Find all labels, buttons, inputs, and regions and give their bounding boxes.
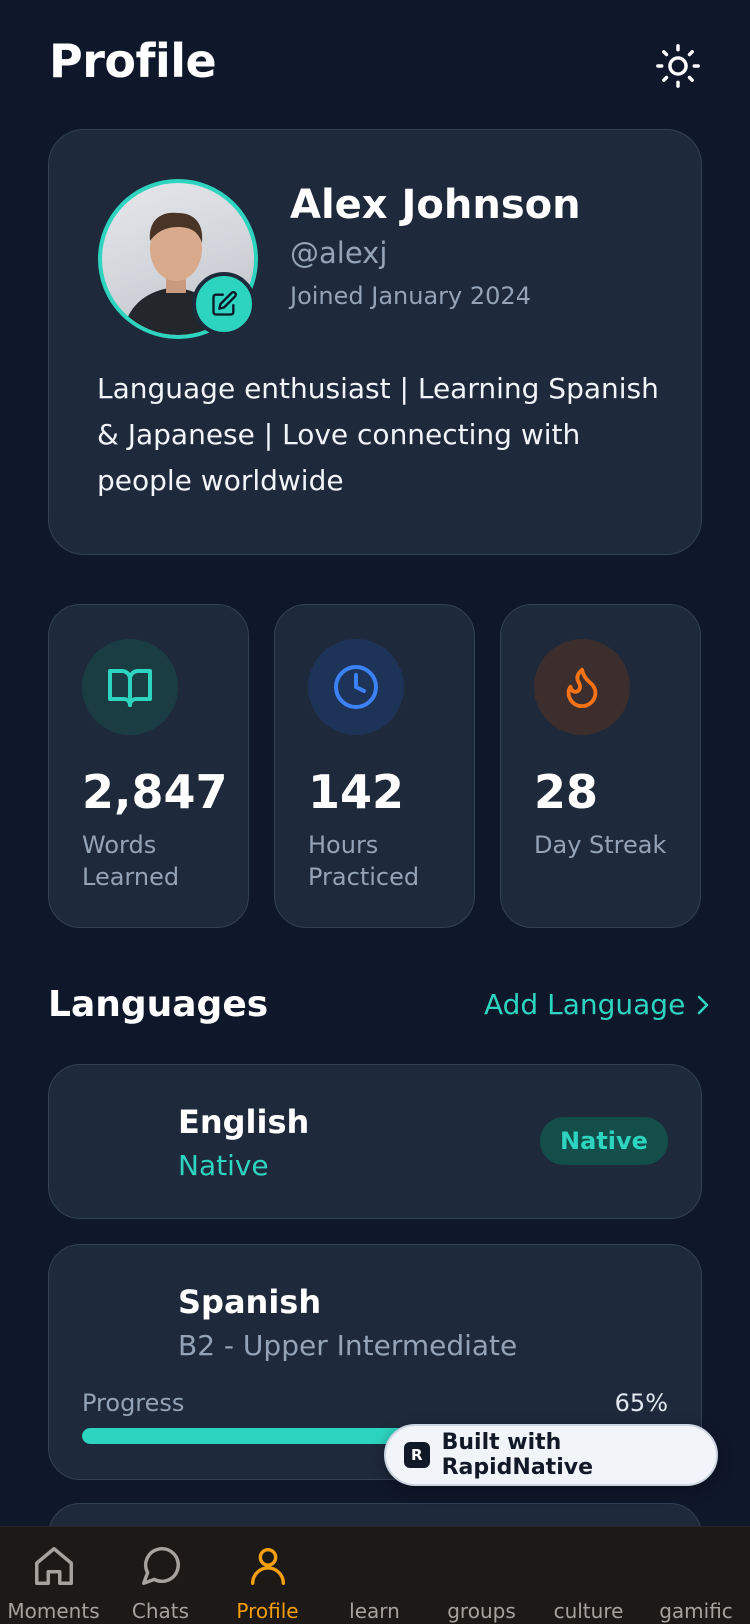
tab-learn[interactable]: learn (321, 1527, 428, 1624)
sun-icon (656, 44, 700, 88)
chat-bubble-icon (141, 1547, 180, 1585)
tab-label: Moments (7, 1599, 100, 1623)
stat-label: Day Streak (534, 831, 667, 859)
stat-value: 28 (534, 765, 599, 819)
chevron-right-icon (697, 995, 709, 1014)
language-name: Spanish (178, 1283, 322, 1321)
stat-label: Hours Practiced (308, 831, 420, 891)
native-badge: Native (540, 1117, 668, 1165)
stat-value: 2,847 (82, 765, 228, 819)
stat-value: 142 (308, 765, 405, 819)
tab-label: gamific (659, 1599, 733, 1623)
bottom-tab-bar: Moments Chats Profile learn groups cultu… (0, 1526, 750, 1624)
stat-label: Words Learned (82, 831, 180, 891)
tab-groups[interactable]: groups (428, 1527, 535, 1624)
progress-percent: 65% (614, 1389, 668, 1417)
clock-icon (334, 665, 378, 709)
built-with-badge[interactable]: R Built with RapidNative (384, 1424, 718, 1486)
tab-profile[interactable]: Profile (214, 1527, 321, 1624)
stat-icon-wrap (82, 639, 178, 735)
add-language-label: Add Language (484, 988, 686, 1021)
page-title: Profile (49, 34, 217, 88)
stat-card-streak: 28 Day Streak (500, 604, 701, 928)
profile-handle: @alexj (290, 236, 388, 270)
tab-label: learn (349, 1599, 400, 1623)
progress-label: Progress (82, 1389, 185, 1417)
profile-name: Alex Johnson (290, 182, 581, 228)
profile-card: Alex Johnson @alexj Joined January 2024 … (48, 129, 702, 555)
tab-gamification[interactable]: gamific (642, 1527, 750, 1624)
tab-label: Profile (236, 1599, 299, 1623)
book-icon (108, 669, 152, 707)
profile-bio: Language enthusiast | Learning Spanish &… (97, 372, 659, 497)
language-name: English (178, 1103, 310, 1141)
built-with-text: Built with RapidNative (441, 1430, 593, 1480)
profile-joined-date: Joined January 2024 (290, 282, 531, 310)
stat-card-words: 2,847 Words Learned (48, 604, 249, 928)
add-language-button[interactable]: Add Language (484, 988, 713, 1021)
stat-icon-wrap (308, 639, 404, 735)
tab-label: groups (447, 1599, 516, 1623)
flame-icon (566, 667, 598, 709)
language-level: Native (178, 1149, 269, 1182)
language-card-english[interactable]: English Native Native (48, 1064, 702, 1219)
user-icon (250, 1547, 285, 1585)
tab-moments[interactable]: Moments (0, 1527, 107, 1624)
home-icon (34, 1547, 73, 1585)
theme-toggle-button[interactable] (652, 40, 704, 92)
edit-avatar-button[interactable] (192, 272, 256, 336)
languages-section-title: Languages (48, 984, 269, 1025)
tab-label: Chats (131, 1599, 190, 1623)
stat-icon-wrap (534, 639, 630, 735)
tab-label: culture (553, 1599, 624, 1623)
edit-icon (212, 291, 237, 316)
tab-culture[interactable]: culture (535, 1527, 642, 1624)
rapidnative-logo-icon: R (404, 1442, 430, 1468)
stat-card-hours: 142 Hours Practiced (274, 604, 475, 928)
tab-chats[interactable]: Chats (107, 1527, 214, 1624)
language-level: B2 - Upper Intermediate (178, 1329, 518, 1362)
